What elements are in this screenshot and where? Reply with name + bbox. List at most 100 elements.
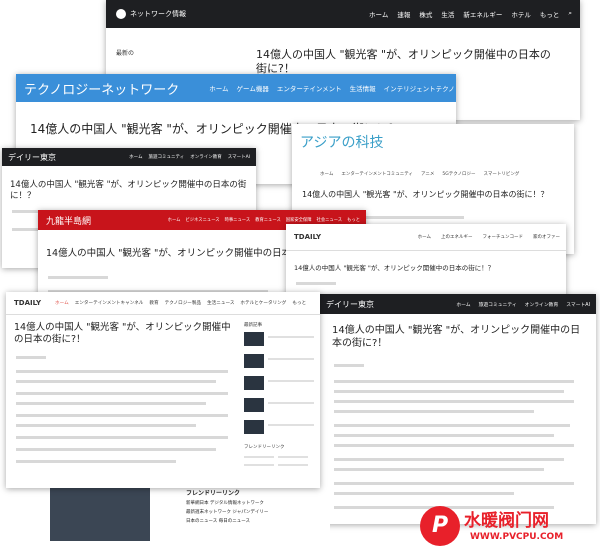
site7-nav-life[interactable]: 生活ニュース [207,300,234,306]
sidebar-thumbnail[interactable] [244,398,264,412]
text-line [334,364,364,367]
site7-nav-home[interactable]: ホーム [55,300,69,306]
text-line [16,380,216,383]
text-line [334,468,544,471]
sidebar-line [268,336,314,338]
sidebar-line [268,424,314,426]
site6-nav-home-offer[interactable]: 家のオファー [533,234,560,240]
site7-nav-hotel[interactable]: ホテルとケータリング [240,300,286,306]
site2-nav-intelligent[interactable]: インテリジェントテクノ [384,83,455,93]
site3-nav-home[interactable]: ホーム [320,171,333,177]
site8-headline[interactable]: 14億人の中国人 "観光客 "が、オリンピック開催中の日本の街に?！ [332,324,582,350]
footer-link-3[interactable]: 日本のニュース 毎日のニュース [186,518,250,524]
site3-nav-smart[interactable]: スマートリビング [483,171,519,177]
site7-headline[interactable]: 14億人の中国人 "観光客 "が、オリンピック開催中の日本の街に?！ [14,322,234,347]
site1-nav-news[interactable]: 速報 [397,9,410,19]
site1-headline[interactable]: 14億人の中国人 "観光客 "が、オリンピック開催中の日本の街に?！ [256,48,556,77]
site1-nav-energy[interactable]: 新エネルギー [463,9,502,19]
site5-nav-security[interactable]: 国家安全保障 [286,217,312,223]
site2-logo[interactable]: テクノロジーネットワーク [24,79,179,98]
text-line [334,458,564,461]
site1-logo[interactable]: ネットワーク情報 [130,9,186,19]
watermark-text: 水暖阀门网 [464,511,549,531]
site4-nav-travel[interactable]: 旅遊コミュニティ [148,154,184,160]
site3-headline[interactable]: 14億人の中国人 "観光客 "が、オリンピック開催中の日本の街に！？ [302,190,548,200]
site-card-daily-tokyo-right: デイリー東京 ホーム 旅遊コミュニティ オンライン教育 スマートAI 14億人の… [318,294,596,524]
site1-logo-icon [116,9,126,19]
site8-nav-home[interactable]: ホーム [456,301,470,308]
watermark-logo-icon: P [420,506,460,546]
site6-navbar: TDAILY ホーム 上のエネルギー フォーチュンコード 家のオファー [286,224,566,251]
site7-nav-entertainment[interactable]: エンターテインメントキャンネル [75,300,144,306]
site5-nav-more[interactable]: もっと [347,217,360,223]
text-line [334,482,574,485]
text-line [334,380,574,383]
text-line [16,356,46,359]
site1-nav-life[interactable]: 生活 [441,9,454,19]
text-line [334,492,514,495]
text-line [48,276,108,279]
site6-headline[interactable]: 14億人の中国人 "観光客 "が、オリンピック開催中の日本の街に！？ [294,264,494,272]
site7-nav-more[interactable]: もっと [292,300,306,306]
site1-nav-more[interactable]: もっと [540,9,560,19]
text-line [334,390,564,393]
links-line [278,464,308,466]
site4-nav-education[interactable]: オンライン教育 [190,154,222,160]
site4-nav-home[interactable]: ホーム [129,154,142,160]
text-line [16,460,176,463]
sidebar-thumbnail[interactable] [244,354,264,368]
site7-nav-education[interactable]: 教育 [149,300,158,306]
sidebar-line [268,358,314,360]
footer-link-2[interactable]: 最新週末ネットワーク ジャパンデイリー [186,509,268,515]
site4-logo[interactable]: デイリー東京 [8,152,56,163]
text-line [16,370,228,373]
text-line [334,410,534,413]
site1-side-title: 最新の [116,50,135,57]
site1-nav-home[interactable]: ホーム [369,9,388,19]
site5-nav-education[interactable]: 教育ニュース [255,217,281,223]
footer-link-1[interactable]: 新華網日本 デジタル情報ネットワーク [186,500,264,506]
site2-nav-entertainment[interactable]: エンターテインメント [277,83,342,93]
site8-navbar: デイリー東京 ホーム 旅遊コミュニティ オンライン教育 スマートAI [318,294,596,314]
site3-nav-5g[interactable]: 5Gテクノロジー [442,171,475,177]
site7-nav-tech[interactable]: テクノロジー製品 [165,300,201,306]
site6-nav-energy[interactable]: 上のエネルギー [441,234,473,240]
site8-logo[interactable]: デイリー東京 [326,299,374,310]
search-icon[interactable]: ⌕ [568,9,572,19]
site2-nav-game[interactable]: ゲーム機器 [237,83,269,93]
sidebar-line [268,380,314,382]
site5-nav-current[interactable]: 時事ニュース [225,217,251,223]
site3-logo[interactable]: アジアの科技 [300,132,383,152]
text-line [334,424,570,427]
site7-logo[interactable]: TDAILY [14,299,41,307]
site8-nav-ai[interactable]: スマートAI [566,301,590,308]
site7-side-title: 最新記事 [244,323,262,328]
site5-nav-business[interactable]: ビジネスニュース [185,217,219,223]
sidebar-thumbnail[interactable] [244,332,264,346]
links-line [244,464,274,466]
site5-nav-home[interactable]: ホーム [168,217,181,223]
site2-nav-life[interactable]: 生活情報 [350,83,376,93]
site5-logo[interactable]: 九龍半島網 [46,214,91,227]
watermark-url: WWW.PVCPU.COM [470,532,564,542]
sidebar-thumbnail[interactable] [244,376,264,390]
site6-nav-home[interactable]: ホーム [418,234,431,240]
site3-nav-anime[interactable]: アニメ [421,171,434,177]
site2-navbar: テクノロジーネットワーク ホーム ゲーム機器 エンターテインメント 生活情報 イ… [16,74,456,102]
sidebar-thumbnail[interactable] [244,420,264,434]
text-line [334,400,574,403]
text-line [16,402,206,405]
text-line [334,434,554,437]
site4-nav-ai[interactable]: スマートAI [228,154,250,160]
site2-nav-home[interactable]: ホーム [209,83,228,93]
site4-headline[interactable]: 14億人の中国人 "観光客 "が、オリンピック開催中の日本の街に！？ [10,180,250,202]
site1-nav-stocks[interactable]: 株式 [419,9,432,19]
site6-logo[interactable]: TDAILY [294,233,321,241]
site6-nav-fortune[interactable]: フォーチュンコード [483,234,524,240]
site1-navbar: ネットワーク情報 ホーム 速報 株式 生活 新エネルギー ホテル もっと ⌕ [106,0,580,28]
site8-nav-travel[interactable]: 旅遊コミュニティ [479,301,517,308]
site5-nav-social[interactable]: 社会ニュース [317,217,343,223]
site1-nav-hotel[interactable]: ホテル [511,9,531,19]
site8-nav-education[interactable]: オンライン教育 [525,301,559,308]
site3-nav-community[interactable]: エンターテインメントコミュニティ [341,171,413,177]
